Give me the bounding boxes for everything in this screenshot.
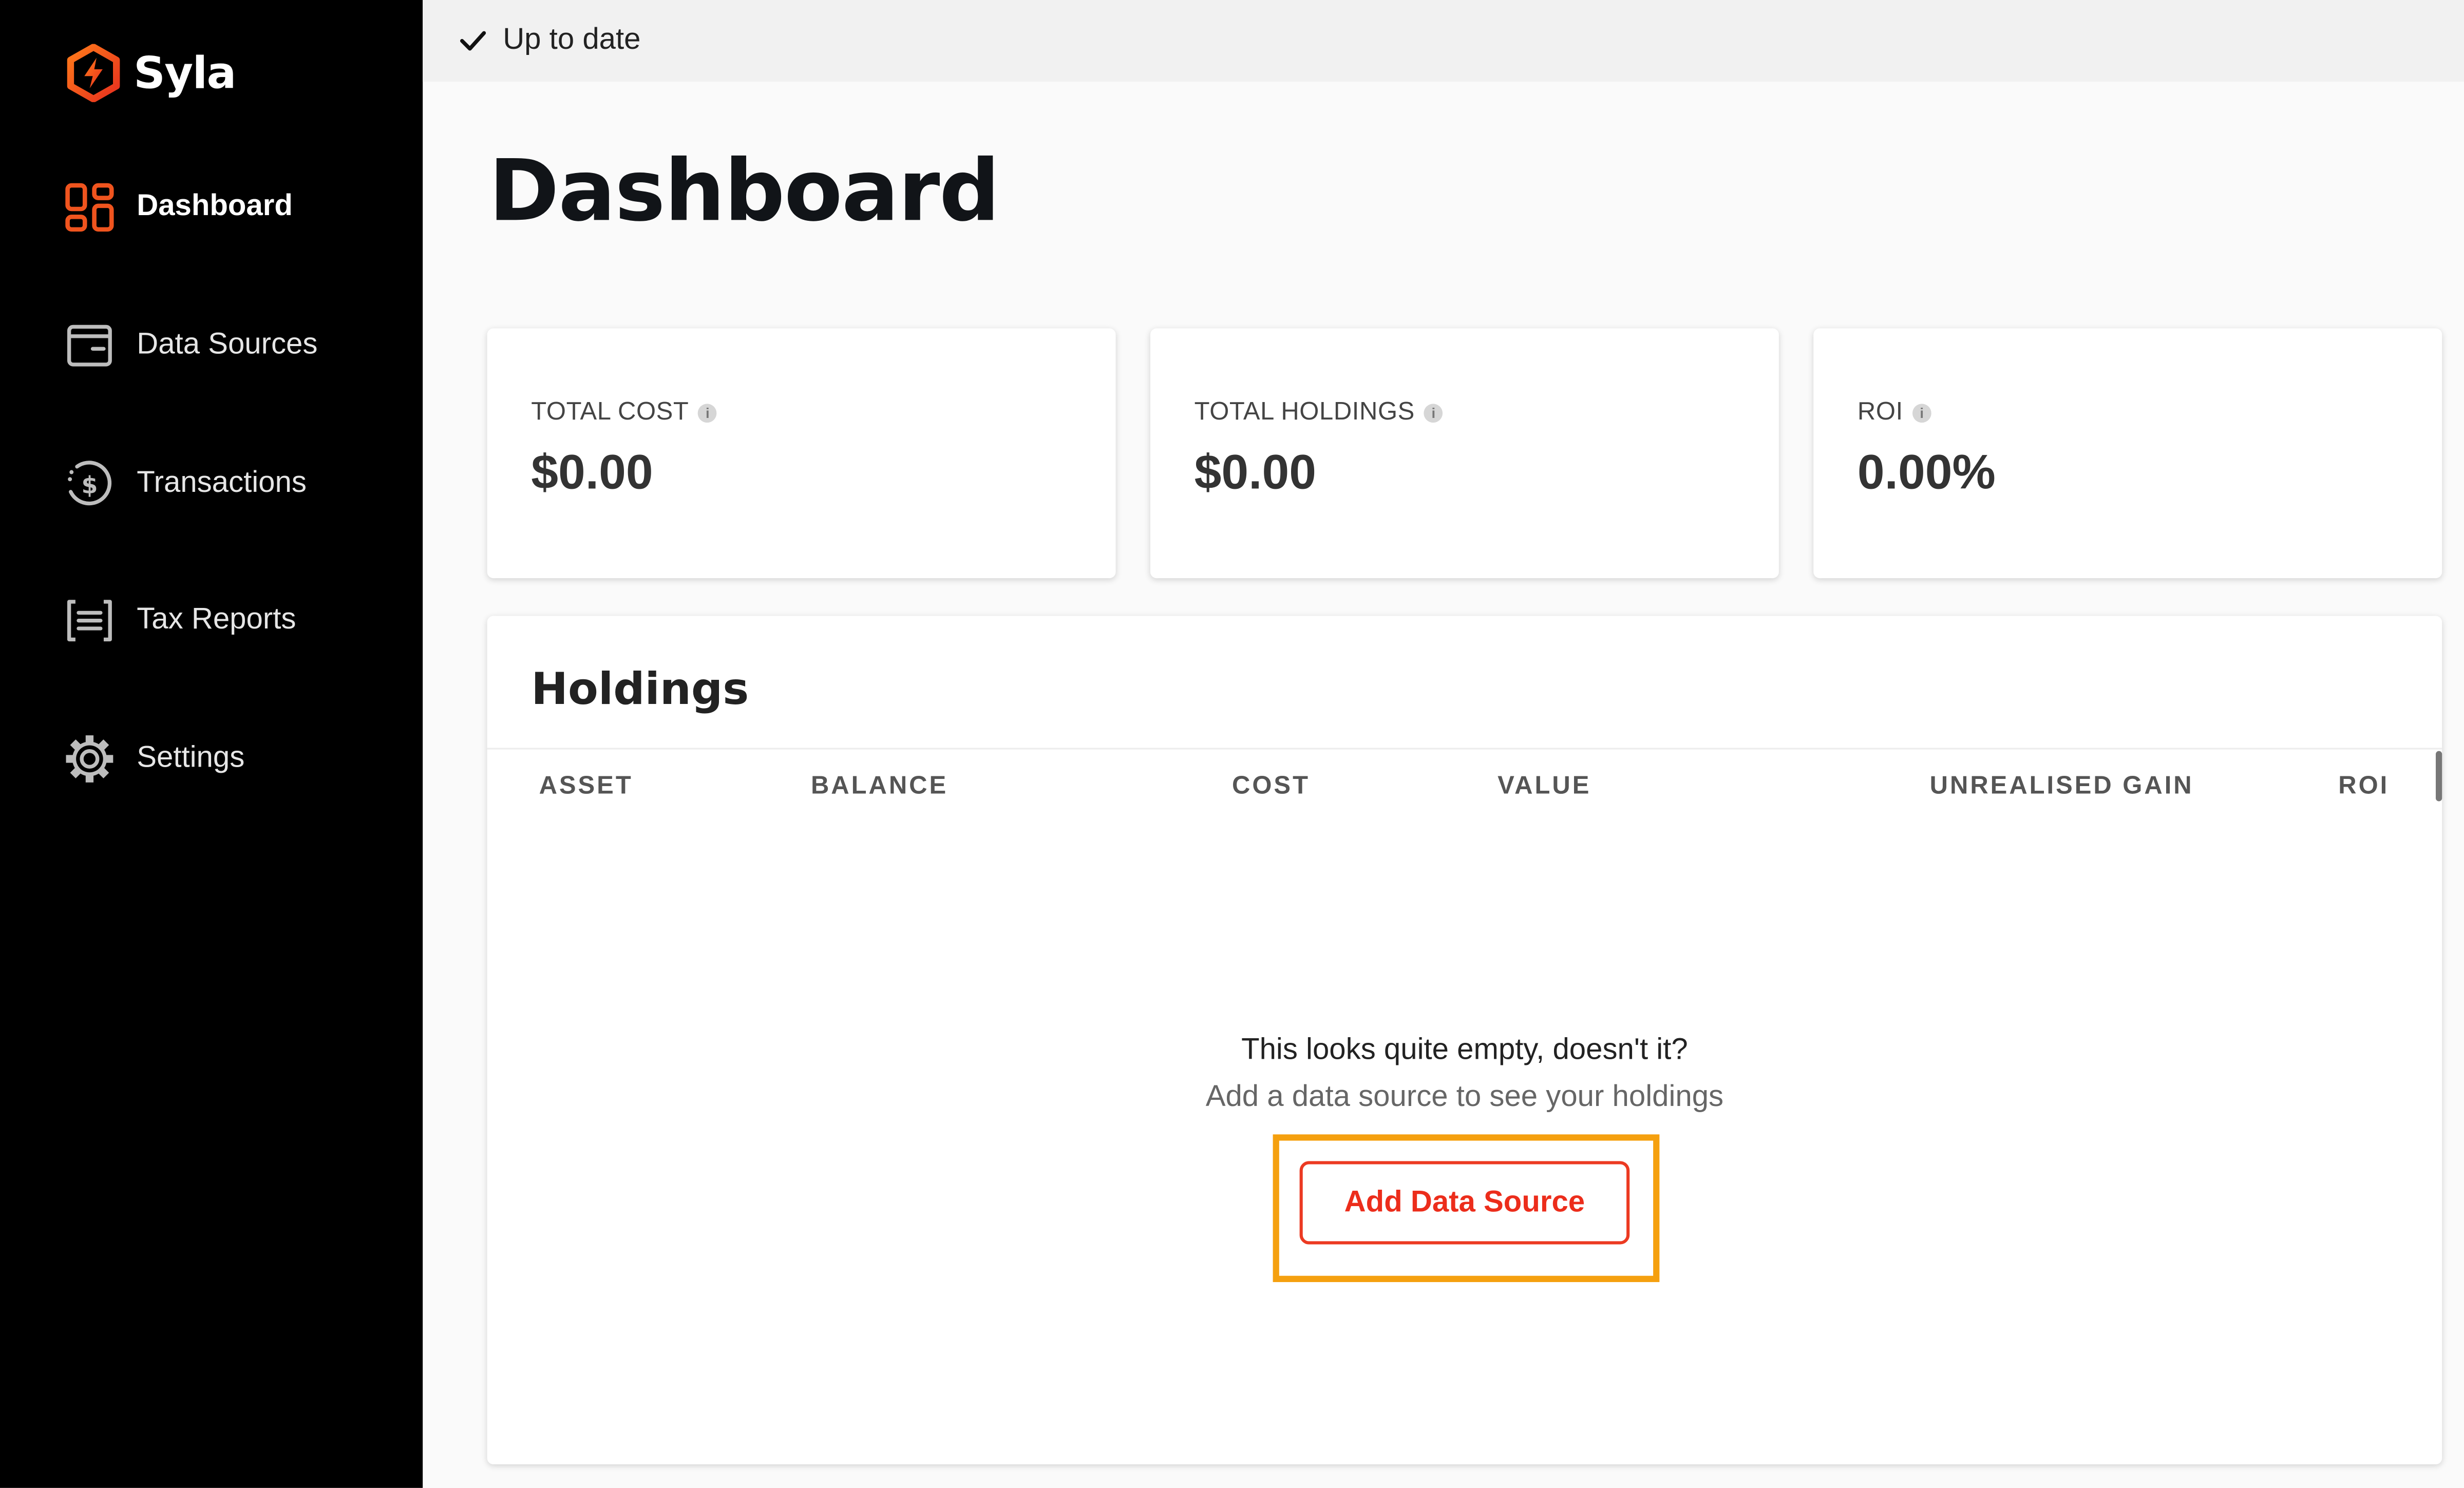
syla-logo-icon xyxy=(67,43,120,102)
holdings-panel: Holdings ASSET BALANCE COST VALUE UNREAL… xyxy=(487,616,2442,1464)
divider xyxy=(487,748,2442,750)
column-header-value[interactable]: VALUE xyxy=(1498,773,1591,802)
column-header-roi[interactable]: ROI xyxy=(2338,773,2389,802)
sidebar-item-data-sources[interactable]: Data Sources xyxy=(63,317,318,374)
sidebar-item-settings[interactable]: Settings xyxy=(63,731,244,787)
app-window: Syla Dashboard Data Sources $ Transactio… xyxy=(0,0,2464,1488)
sync-status-bar: Up to date xyxy=(423,0,2464,82)
info-icon[interactable]: i xyxy=(1424,404,1444,423)
sidebar-item-tax-reports[interactable]: Tax Reports xyxy=(63,593,296,649)
sidebar-item-transactions[interactable]: $ Transactions xyxy=(63,455,307,512)
table-scrollbar[interactable] xyxy=(2436,751,2442,802)
sidebar-item-dashboard[interactable]: Dashboard xyxy=(63,179,293,236)
total-holdings-card: TOTAL HOLDINGS i $0.00 xyxy=(1150,328,1779,579)
sidebar-item-label: Transactions xyxy=(137,466,307,500)
empty-state-subtitle: Add a data source to see your holdings xyxy=(1205,1081,1724,1114)
dollar-circle-icon: $ xyxy=(63,457,116,510)
stat-label-text: TOTAL HOLDINGS xyxy=(1194,399,1415,426)
stat-value: $0.00 xyxy=(1194,444,1316,500)
sidebar-item-label: Dashboard xyxy=(137,190,293,223)
svg-text:$: $ xyxy=(81,471,98,499)
dashboard-grid-icon xyxy=(63,181,116,234)
stat-value: 0.00% xyxy=(1857,444,1996,500)
roi-card: ROI i 0.00% xyxy=(1813,328,2442,579)
stat-label: TOTAL COST i xyxy=(531,399,717,427)
sync-status-text: Up to date xyxy=(503,23,641,57)
sidebar: Syla Dashboard Data Sources $ Transactio… xyxy=(0,0,423,1488)
info-icon[interactable]: i xyxy=(1912,404,1931,423)
total-cost-card: TOTAL COST i $0.00 xyxy=(487,328,1116,579)
sidebar-item-label: Settings xyxy=(137,741,245,775)
column-header-unrealised-gain[interactable]: UNREALISED GAIN xyxy=(1930,773,2194,802)
stat-value: $0.00 xyxy=(531,444,653,500)
page-title: Dashboard xyxy=(488,141,1000,241)
app-name: Syla xyxy=(134,46,236,99)
stat-label-text: ROI xyxy=(1857,399,1903,426)
sidebar-item-label: Tax Reports xyxy=(137,603,296,637)
checkmark-icon xyxy=(457,25,488,56)
stat-label-text: TOTAL COST xyxy=(531,399,689,426)
app-logo[interactable]: Syla xyxy=(66,41,236,104)
empty-state-title: This looks quite empty, doesn't it? xyxy=(1241,1034,1688,1067)
gear-icon xyxy=(63,732,116,786)
column-header-asset[interactable]: ASSET xyxy=(539,773,633,802)
wallet-icon xyxy=(63,319,116,372)
info-icon[interactable]: i xyxy=(698,404,717,423)
sidebar-item-label: Data Sources xyxy=(137,328,318,361)
stat-label: TOTAL HOLDINGS i xyxy=(1194,399,1444,427)
column-header-balance[interactable]: BALANCE xyxy=(811,773,948,802)
add-data-source-button[interactable]: Add Data Source xyxy=(1299,1161,1630,1245)
report-list-icon xyxy=(63,594,116,647)
column-header-cost[interactable]: COST xyxy=(1232,773,1310,802)
holdings-title: Holdings xyxy=(531,663,749,715)
stat-label: ROI i xyxy=(1858,399,1931,427)
